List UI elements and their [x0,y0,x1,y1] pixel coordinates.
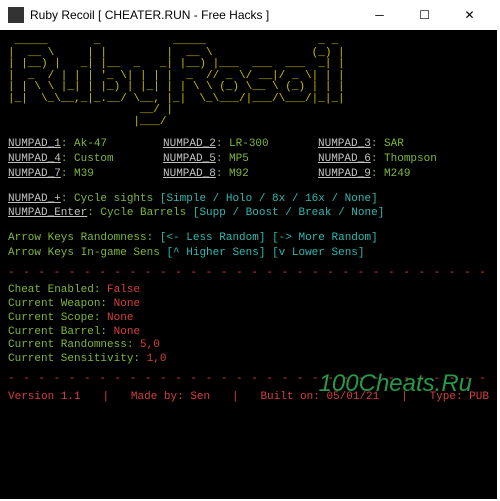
status-cheat-val: False [107,284,140,296]
status-sensitivity-label: Current Sensitivity: [8,353,140,365]
bind-key: NUMPAD_3 [318,138,371,150]
close-button[interactable]: ✕ [447,0,492,30]
status-cheat-label: Cheat Enabled: [8,284,100,296]
status-block: Cheat Enabled: False Current Weapon: Non… [8,284,489,367]
bind-val: Ak-47 [74,138,107,150]
minimize-button[interactable]: ─ [357,0,402,30]
bind-key: NUMPAD_1 [8,138,61,150]
arrow-random-label: Arrow Keys Randomness: [8,232,153,244]
bind-val: LR-300 [229,138,269,150]
maximize-button[interactable]: ☐ [402,0,447,30]
status-weapon-label: Current Weapon: [8,298,107,310]
cycle-sights-row: NUMPAD_+: Cycle sights [Simple / Holo / … [8,193,489,207]
cycle-sights-opts: [Simple / Holo / 8x / 16x / None] [160,193,378,205]
bind-row-2: NUMPAD_4: Custom NUMPAD_5: MP5 NUMPAD_6:… [8,153,489,168]
status-barrel-label: Current Barrel: [8,326,107,338]
footer-sep: | [401,391,408,405]
divider: - - - - - - - - - - - - - - - - - - - - … [8,267,489,281]
bind-key: NUMPAD_7 [8,168,61,180]
ascii-logo: _____ _ _____ _ _ | __ \ | | | __ \ (_) … [8,36,489,128]
bind-key: NUMPAD_9 [318,168,371,180]
bind-val: Thompson [384,153,437,165]
status-weapon-val: None [114,298,140,310]
bind-key: NUMPAD_5 [163,153,216,165]
cycle-barrels-key: NUMPAD_Enter [8,207,87,219]
bind-val: MP5 [229,153,249,165]
console-area: _____ _ _____ _ _ | __ \ | | | __ \ (_) … [0,30,497,499]
cycle-sights-key: NUMPAD_+ [8,193,61,205]
divider: - - - - - - - - - - - - - - - - - - - - … [8,373,489,387]
arrow-sens-label: Arrow Keys In-game Sens [8,247,160,259]
status-randomness-val: 5,0 [140,339,160,351]
bind-val: Custom [74,153,114,165]
cycle-barrels-row: NUMPAD_Enter: Cycle Barrels [Supp / Boos… [8,207,489,221]
bind-val: M39 [74,168,94,180]
bind-row-1: NUMPAD_1: Ak-47 NUMPAD_2: LR-300 NUMPAD_… [8,138,489,153]
bind-val: M92 [229,168,249,180]
footer-type: Type: PUB [430,391,489,405]
arrow-random-right: [-> More Random] [272,232,378,244]
bind-val: SAR [384,138,404,150]
footer-version: Version 1.1 [8,391,81,405]
cycle-barrels-opts: [Supp / Boost / Break / None] [193,207,384,219]
status-randomness-label: Current Randomness: [8,339,133,351]
bind-key: NUMPAD_2 [163,138,216,150]
status-scope-val: None [107,312,133,324]
cycle-barrels-prefix: Cycle Barrels [100,207,186,219]
footer-sep: | [232,391,239,405]
arrow-sens-down: [v Lower Sens] [272,247,364,259]
footer-madeby: Made by: Sen [131,391,210,405]
bind-key: NUMPAD_4 [8,153,61,165]
status-scope-label: Current Scope: [8,312,100,324]
window-title: Ruby Recoil [ CHEATER.RUN - Free Hacks ] [30,8,357,22]
status-barrel-val: None [114,326,140,338]
cycle-sights-prefix: Cycle sights [74,193,153,205]
status-sensitivity-val: 1,0 [147,353,167,365]
arrow-sens-up: [^ Higher Sens] [166,247,265,259]
bind-key: NUMPAD_6 [318,153,371,165]
arrow-sens-row: Arrow Keys In-game Sens [^ Higher Sens] … [8,247,489,261]
arrow-randomness-row: Arrow Keys Randomness: [<- Less Random] … [8,232,489,246]
window-titlebar: Ruby Recoil [ CHEATER.RUN - Free Hacks ]… [0,0,500,30]
footer-sep: | [102,391,109,405]
footer-row: Version 1.1 | Made by: Sen | Built on: 0… [8,391,489,405]
bind-val: M249 [384,168,410,180]
footer-builton: Built on: 05/01/21 [260,391,379,405]
arrow-random-left: [<- Less Random] [160,232,266,244]
app-icon [8,7,24,23]
bind-row-3: NUMPAD_7: M39 NUMPAD_8: M92 NUMPAD_9: M2… [8,168,489,183]
bind-key: NUMPAD_8 [163,168,216,180]
